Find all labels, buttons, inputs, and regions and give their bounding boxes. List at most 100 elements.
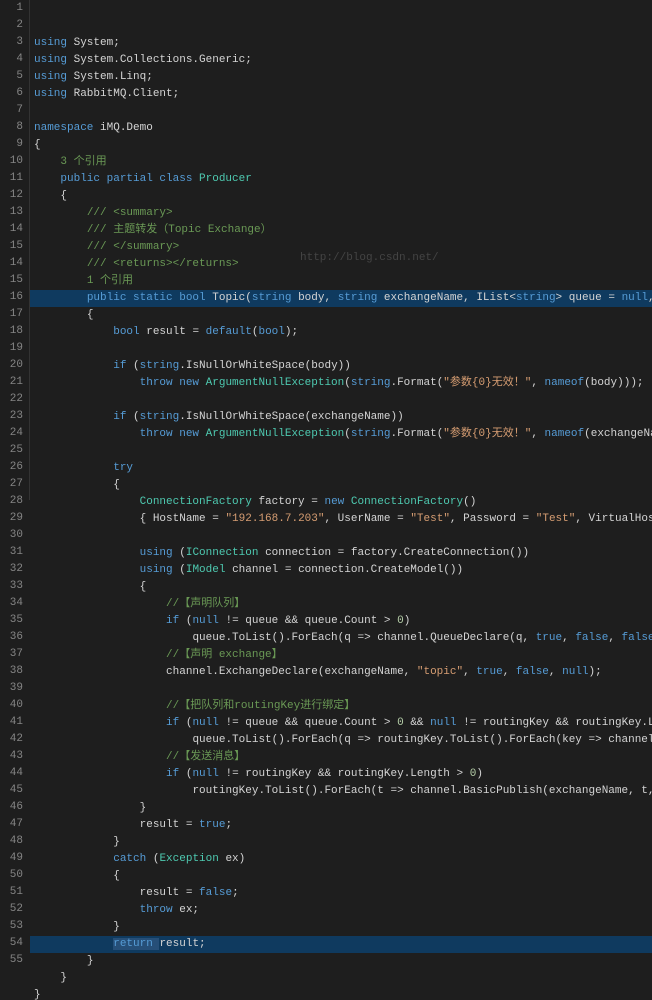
line-number: 17 — [4, 306, 23, 323]
line-number: 25 — [4, 442, 23, 459]
line-number: 43 — [4, 748, 23, 765]
code-line[interactable]: if (string.IsNullOrWhiteSpace(exchangeNa… — [34, 409, 652, 426]
code-line[interactable]: { — [34, 477, 652, 494]
code-line[interactable]: //【声明队列】 — [34, 596, 652, 613]
line-number: 51 — [4, 884, 23, 901]
line-number: 41 — [4, 714, 23, 731]
line-number: 7 — [4, 102, 23, 119]
line-number: 36 — [4, 629, 23, 646]
code-line[interactable]: } — [34, 970, 652, 987]
code-line[interactable]: public partial class Producer — [34, 171, 652, 188]
code-line[interactable]: namespace iMQ.Demo — [34, 120, 652, 137]
code-line[interactable]: using System; — [34, 35, 652, 52]
line-number: 13 — [4, 204, 23, 221]
code-line[interactable]: } — [34, 919, 652, 936]
code-line[interactable]: using System.Collections.Generic; — [34, 52, 652, 69]
code-line[interactable]: bool result = default(bool); — [34, 324, 652, 341]
line-number: 42 — [4, 731, 23, 748]
code-line[interactable]: using (IConnection connection = factory.… — [34, 545, 652, 562]
line-number: 46 — [4, 799, 23, 816]
code-line[interactable]: throw new ArgumentNullException(string.F… — [34, 426, 652, 443]
code-line[interactable]: 3 个引用 — [34, 154, 652, 171]
code-line[interactable] — [34, 103, 652, 120]
code-line[interactable]: return result; — [30, 936, 652, 953]
code-line[interactable] — [34, 392, 652, 409]
line-number: 28 — [4, 493, 23, 510]
line-number: 48 — [4, 833, 23, 850]
code-line[interactable]: queue.ToList().ForEach(q => channel.Queu… — [34, 630, 652, 647]
code-line[interactable] — [34, 341, 652, 358]
line-number: 39 — [4, 680, 23, 697]
code-line[interactable]: { — [34, 579, 652, 596]
code-line[interactable]: } — [34, 953, 652, 970]
line-number: 27 — [4, 476, 23, 493]
line-number: 55 — [4, 952, 23, 969]
line-number: 33 — [4, 578, 23, 595]
code-line[interactable]: if (null != queue && queue.Count > 0) — [34, 613, 652, 630]
code-line[interactable]: if (null != routingKey && routingKey.Len… — [34, 766, 652, 783]
line-number: 49 — [4, 850, 23, 867]
code-line[interactable]: { — [34, 307, 652, 324]
line-number-gutter: 1234567891011121314151415161718192021222… — [0, 0, 30, 500]
line-number: 14 — [4, 221, 23, 238]
line-number: 2 — [4, 17, 23, 34]
line-number: 15 — [4, 238, 23, 255]
line-number: 29 — [4, 510, 23, 527]
line-number: 38 — [4, 663, 23, 680]
code-line[interactable]: routingKey.ToList().ForEach(t => channel… — [34, 783, 652, 800]
code-line[interactable]: using (IModel channel = connection.Creat… — [34, 562, 652, 579]
line-number: 34 — [4, 595, 23, 612]
line-number: 40 — [4, 697, 23, 714]
line-number: 31 — [4, 544, 23, 561]
code-line[interactable]: catch (Exception ex) — [34, 851, 652, 868]
code-line[interactable]: /// </summary> — [34, 239, 652, 256]
code-line[interactable] — [34, 681, 652, 698]
line-number: 21 — [4, 374, 23, 391]
line-number: 14 — [4, 255, 23, 272]
line-number: 32 — [4, 561, 23, 578]
code-line[interactable]: { — [34, 137, 652, 154]
line-number: 12 — [4, 187, 23, 204]
code-line[interactable]: { — [34, 188, 652, 205]
line-number: 24 — [4, 425, 23, 442]
line-number: 37 — [4, 646, 23, 663]
line-number: 5 — [4, 68, 23, 85]
code-line[interactable] — [34, 443, 652, 460]
code-line[interactable]: if (string.IsNullOrWhiteSpace(body)) — [34, 358, 652, 375]
line-number: 22 — [4, 391, 23, 408]
code-line[interactable]: result = true; — [34, 817, 652, 834]
code-line[interactable]: using System.Linq; — [34, 69, 652, 86]
code-line[interactable]: /// <returns></returns> — [34, 256, 652, 273]
code-line[interactable]: } — [34, 800, 652, 817]
code-line[interactable]: } — [34, 834, 652, 851]
code-line[interactable]: result = false; — [34, 885, 652, 902]
line-number: 20 — [4, 357, 23, 374]
code-line[interactable]: ConnectionFactory factory = new Connecti… — [34, 494, 652, 511]
code-line[interactable]: /// 主题转发（Topic Exchange） — [34, 222, 652, 239]
line-number: 11 — [4, 170, 23, 187]
line-number: 4 — [4, 51, 23, 68]
code-line[interactable]: throw new ArgumentNullException(string.F… — [34, 375, 652, 392]
code-line[interactable] — [34, 528, 652, 545]
code-line[interactable]: 1 个引用 — [34, 273, 652, 290]
code-line[interactable]: /// <summary> — [34, 205, 652, 222]
code-line[interactable]: queue.ToList().ForEach(q => routingKey.T… — [34, 732, 652, 749]
line-number: 35 — [4, 612, 23, 629]
line-number: 3 — [4, 34, 23, 51]
line-number: 23 — [4, 408, 23, 425]
code-line[interactable]: throw ex; — [34, 902, 652, 919]
code-line[interactable]: try — [34, 460, 652, 477]
code-line[interactable]: { HostName = "192.168.7.203", UserName =… — [34, 511, 652, 528]
line-number: 30 — [4, 527, 23, 544]
code-line[interactable]: //【声明 exchange】 — [34, 647, 652, 664]
code-line[interactable]: if (null != queue && queue.Count > 0 && … — [34, 715, 652, 732]
code-editor[interactable]: http://blog.csdn.net/ using System;using… — [30, 0, 652, 500]
code-line[interactable]: } — [34, 987, 652, 1000]
code-line[interactable]: //【把队列和routingKey进行绑定】 — [34, 698, 652, 715]
code-line[interactable]: using RabbitMQ.Client; — [34, 86, 652, 103]
code-line[interactable]: //【发送消息】 — [34, 749, 652, 766]
code-line[interactable]: channel.ExchangeDeclare(exchangeName, "t… — [34, 664, 652, 681]
code-line[interactable]: public static bool Topic(string body, st… — [30, 290, 652, 307]
line-number: 45 — [4, 782, 23, 799]
code-line[interactable]: { — [34, 868, 652, 885]
